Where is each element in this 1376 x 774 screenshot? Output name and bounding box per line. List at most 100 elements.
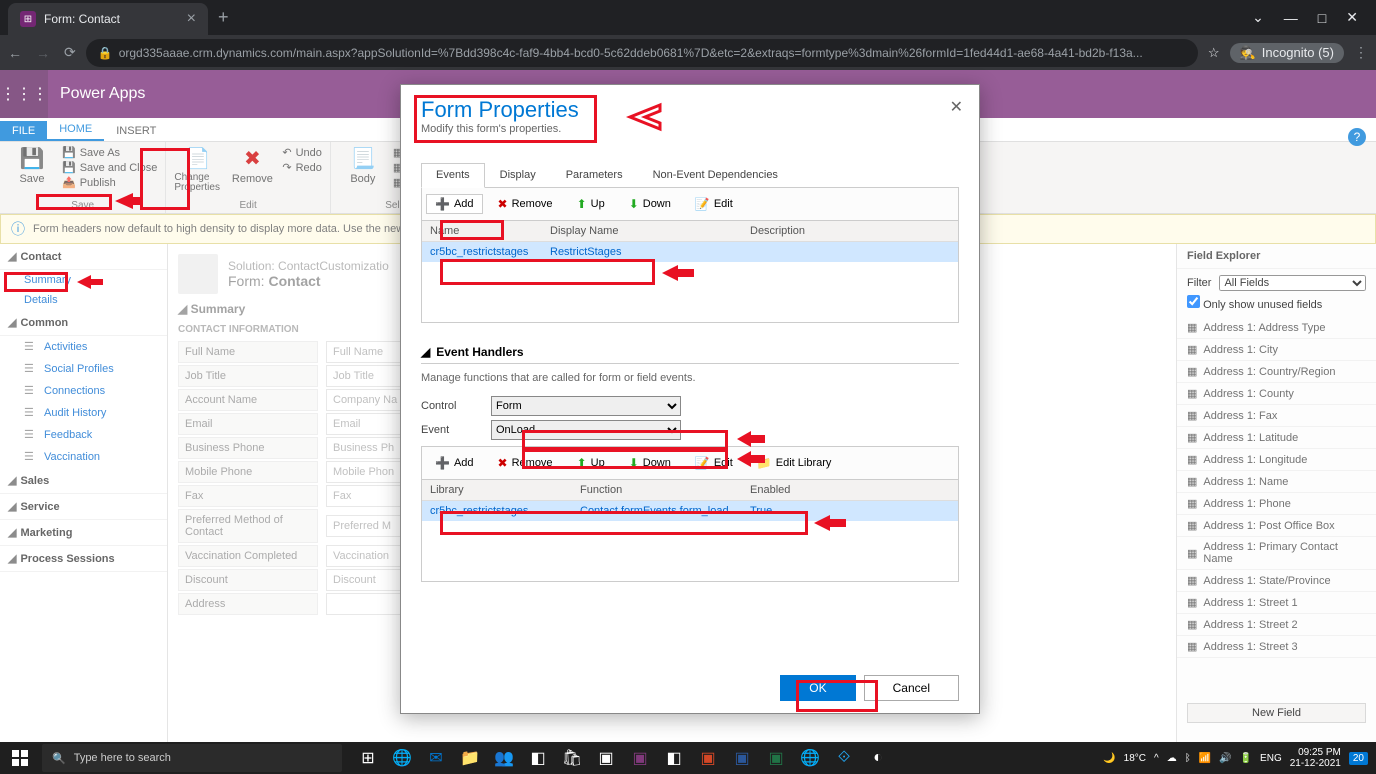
up-handler-button[interactable]: ⬆Up [568,453,614,473]
edge-icon[interactable]: 🌐 [386,742,418,774]
cancel-button[interactable]: Cancel [864,675,959,701]
taskbar-search[interactable]: 🔍 Type here to search [42,744,342,772]
field-explorer-item[interactable]: ▦Address 1: Phone [1177,493,1376,515]
nav-common[interactable]: ◢Common [0,310,167,336]
store-icon[interactable]: 🛍 [556,742,588,774]
field-explorer-item[interactable]: ▦Address 1: Street 1 [1177,592,1376,614]
incognito-badge[interactable]: 🕵 Incognito (5) [1230,43,1344,63]
filter-select[interactable]: All Fields [1219,275,1366,291]
start-button[interactable] [0,750,40,766]
control-select[interactable]: Form [491,396,681,416]
field-explorer-item[interactable]: ▦Address 1: Primary Contact Name [1177,537,1376,570]
nav-audit[interactable]: ☰Audit History [0,402,167,424]
app-icon[interactable]: ◧ [522,742,554,774]
notification-icon[interactable]: 20 [1349,752,1368,765]
field-explorer-item[interactable]: ▦Address 1: County [1177,383,1376,405]
maximize-icon[interactable]: □ [1318,10,1326,26]
nav-sales[interactable]: ◢Sales [0,468,167,494]
up-library-button[interactable]: ⬆Up [568,194,614,214]
wifi-icon[interactable]: 📶 [1199,753,1211,764]
menu-icon[interactable]: ⋮ [1354,44,1368,61]
remove-library-button[interactable]: ✖Remove [489,194,562,214]
field-explorer-item[interactable]: ▦Address 1: Street 3 [1177,636,1376,658]
body-button[interactable]: 📃 Body [339,146,387,189]
outlook-icon[interactable]: ✉ [420,742,452,774]
tab-close-icon[interactable]: × [187,10,196,28]
save-close-button[interactable]: 💾Save and Close [62,161,157,174]
save-button[interactable]: 💾 Save [8,146,56,189]
forward-icon[interactable]: → [36,45,50,61]
dtab-events[interactable]: Events [421,163,485,188]
down-handler-button[interactable]: ⬇Down [620,453,680,473]
remove-handler-button[interactable]: ✖Remove [489,453,562,473]
add-library-button[interactable]: ➕Add [426,194,483,214]
taskview-icon[interactable]: ⊞ [352,742,384,774]
field-explorer-item[interactable]: ▦Address 1: City [1177,339,1376,361]
event-select[interactable]: OnLoad [491,420,681,440]
onenote-icon[interactable]: ▣ [624,742,656,774]
weather-icon[interactable]: 🌙 [1103,753,1115,764]
app-launcher-icon[interactable]: ⋮⋮⋮ [0,70,48,118]
url-input[interactable]: 🔒 orgd335aaae.crm.dynamics.com/main.aspx… [86,39,1198,67]
ok-button[interactable]: OK [780,675,855,701]
chevron-down-icon[interactable]: ⌄ [1252,9,1264,26]
down-library-button[interactable]: ⬇Down [620,194,680,214]
nav-details[interactable]: Details [0,290,167,310]
edit-library-button[interactable]: 📝Edit [686,194,742,214]
nav-connections[interactable]: ☰Connections [0,380,167,402]
chrome-icon[interactable]: 🌐 [794,742,826,774]
dtab-nonevent[interactable]: Non-Event Dependencies [638,163,793,187]
library-row[interactable]: cr5bc_restrictstages RestrictStages [422,242,958,262]
bookmark-icon[interactable]: ☆ [1208,45,1220,61]
excel-icon[interactable]: ▣ [760,742,792,774]
field-explorer-item[interactable]: ▦Address 1: Fax [1177,405,1376,427]
tray-chevron-icon[interactable]: ^ [1154,753,1159,764]
language-icon[interactable]: ENG [1260,753,1282,764]
app-icon[interactable]: ◧ [658,742,690,774]
volume-icon[interactable]: 🔊 [1219,753,1231,764]
add-handler-button[interactable]: ➕Add [426,453,483,473]
minimize-icon[interactable]: — [1284,10,1298,26]
nav-summary[interactable]: Summary [0,270,167,290]
field-explorer-item[interactable]: ▦Address 1: Street 2 [1177,614,1376,636]
battery-icon[interactable]: 🔋 [1240,753,1252,764]
field-explorer-item[interactable]: ▦Address 1: State/Province [1177,570,1376,592]
new-field-button[interactable]: New Field [1187,703,1366,723]
nav-service[interactable]: ◢Service [0,494,167,520]
tab-file[interactable]: FILE [0,121,47,141]
nav-social[interactable]: ☰Social Profiles [0,358,167,380]
field-explorer-item[interactable]: ▦Address 1: Name [1177,471,1376,493]
change-properties-button[interactable]: 📄 Change Properties [174,146,222,193]
field-explorer-item[interactable]: ▦Address 1: Country/Region [1177,361,1376,383]
field-explorer-item[interactable]: ▦Address 1: Latitude [1177,427,1376,449]
dialog-close-icon[interactable]: ✕ [950,97,963,117]
dtab-parameters[interactable]: Parameters [551,163,638,187]
powerpoint-icon[interactable]: ▣ [692,742,724,774]
app-icon[interactable]: ◐ [862,742,894,774]
handler-row[interactable]: cr5bc_restrictstages Contact.formEvents.… [422,501,958,521]
nav-contact[interactable]: ◢Contact [0,244,167,270]
browser-tab[interactable]: ⊞ Form: Contact × [8,3,208,35]
word-icon[interactable]: ▣ [726,742,758,774]
edit-library-handler-button[interactable]: 📁Edit Library [748,453,841,473]
onedrive-icon[interactable]: ☁ [1167,753,1177,764]
bluetooth-icon[interactable]: ᛒ [1185,753,1191,764]
help-icon[interactable]: ? [1348,128,1366,146]
back-icon[interactable]: ← [8,45,22,61]
new-tab-button[interactable]: + [208,7,239,28]
nav-marketing[interactable]: ◢Marketing [0,520,167,546]
taskbar-clock[interactable]: 09:25 PM 21-12-2021 [1290,747,1341,769]
nav-process[interactable]: ◢Process Sessions [0,546,167,572]
redo-button[interactable]: ↷Redo [282,161,322,174]
field-explorer-item[interactable]: ▦Address 1: Post Office Box [1177,515,1376,537]
app-icon[interactable]: ▣ [590,742,622,774]
nav-activities[interactable]: ☰Activities [0,336,167,358]
vscode-icon[interactable]: ⟐ [828,742,860,774]
dtab-display[interactable]: Display [485,163,551,187]
reload-icon[interactable]: ⟳ [64,44,76,61]
edit-handler-button[interactable]: 📝Edit [686,453,742,473]
save-as-button[interactable]: 💾Save As [62,146,120,159]
field-explorer-item[interactable]: ▦Address 1: Longitude [1177,449,1376,471]
explorer-icon[interactable]: 📁 [454,742,486,774]
field-explorer-item[interactable]: ▦Address 1: Address Type [1177,317,1376,339]
